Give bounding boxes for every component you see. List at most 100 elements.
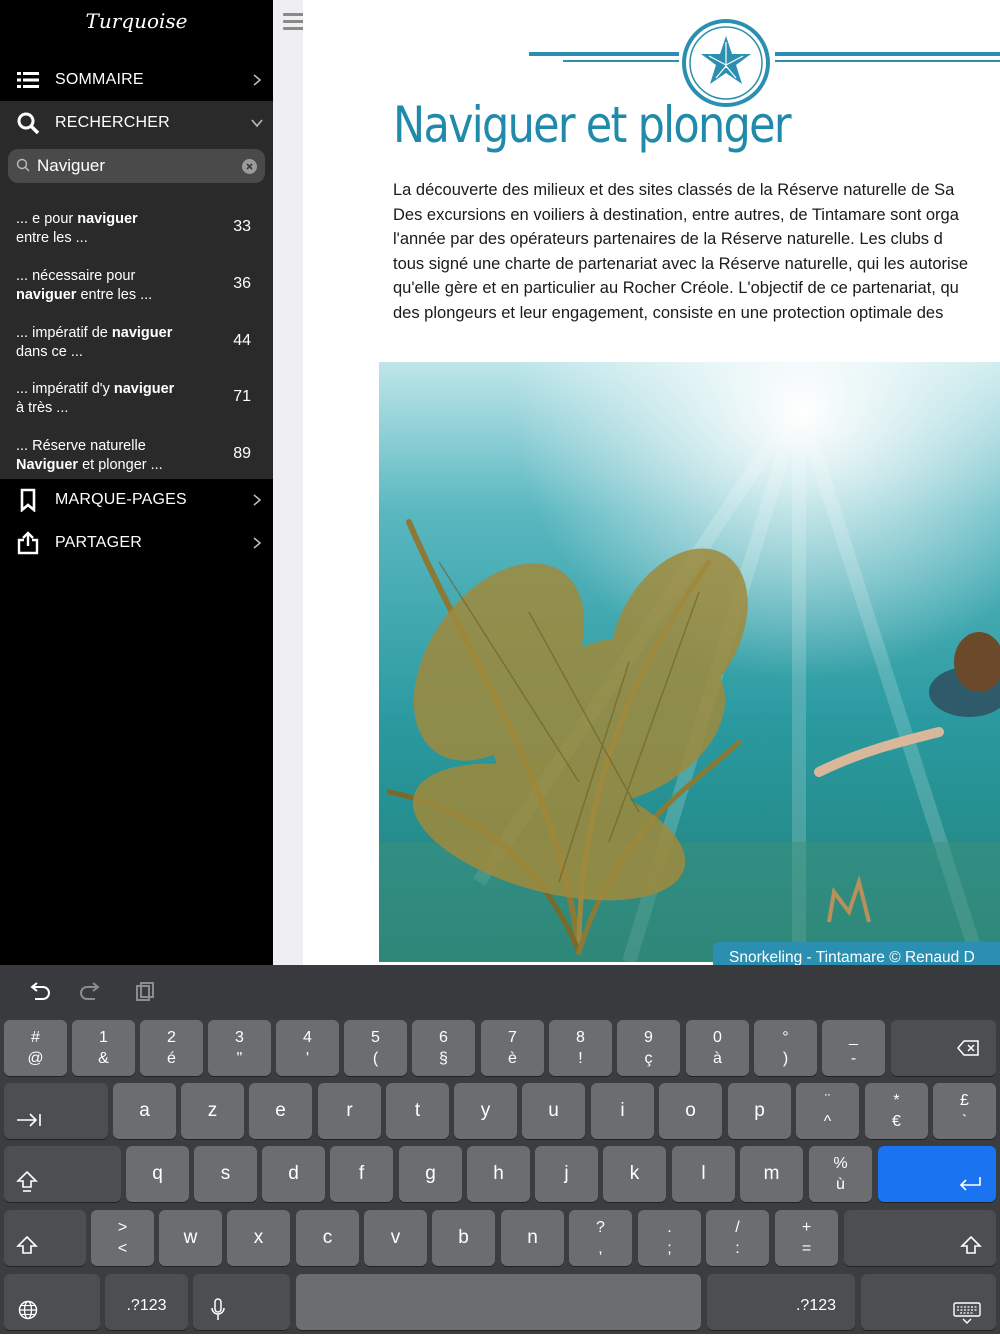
- key-g[interactable]: g: [399, 1146, 462, 1202]
- menu-label-sommaire: SOMMAIRE: [55, 70, 144, 88]
- clear-search-icon[interactable]: [242, 159, 257, 174]
- key-b[interactable]: b: [432, 1210, 495, 1266]
- key-k[interactable]: k: [603, 1146, 666, 1202]
- shift-right-key[interactable]: [844, 1210, 996, 1266]
- backspace-icon: [957, 1040, 979, 1056]
- tab-icon: [17, 1113, 41, 1127]
- key-x[interactable]: x: [227, 1210, 290, 1266]
- key[interactable]: 1 &: [72, 1020, 135, 1076]
- key-r[interactable]: r: [318, 1083, 381, 1139]
- list-icon: [17, 71, 39, 88]
- article-line: des plongeurs et leur engagement, consis…: [393, 303, 944, 322]
- menu-label-partager: PARTAGER: [55, 533, 142, 551]
- key-v[interactable]: v: [364, 1210, 427, 1266]
- key[interactable]: 5(: [344, 1020, 407, 1076]
- key[interactable]: 8!: [549, 1020, 612, 1076]
- menu-label-marque-pages: MARQUE-PAGES: [55, 490, 187, 508]
- key-c[interactable]: c: [296, 1210, 359, 1266]
- menu-item-sommaire[interactable]: SOMMAIRE: [0, 58, 273, 101]
- menu-item-marque-pages[interactable]: MARQUE-PAGES: [0, 478, 273, 521]
- menu-label-rechercher: RECHERCHER: [55, 113, 170, 131]
- search-field[interactable]: [8, 149, 265, 183]
- key-y[interactable]: y: [454, 1083, 517, 1139]
- undo-icon[interactable]: [27, 981, 51, 1003]
- key-n[interactable]: n: [501, 1210, 564, 1266]
- key-p[interactable]: p: [728, 1083, 791, 1139]
- key-w[interactable]: w: [159, 1210, 222, 1266]
- sidebar: Turquoise SOMMAIRE RECHERCHER ... e: [0, 0, 273, 965]
- numbers-key-right[interactable]: .?123: [707, 1274, 855, 1330]
- article-line: qu'elle gère et en particulier au Rocher…: [393, 279, 959, 298]
- key-s[interactable]: s: [194, 1146, 257, 1202]
- key[interactable]: 6 §: [412, 1020, 475, 1076]
- key[interactable]: /:: [706, 1210, 769, 1266]
- key[interactable]: _ -: [822, 1020, 885, 1076]
- search-result-item[interactable]: ... nécessaire pour naviguer entre les ..…: [0, 253, 273, 309]
- key-d[interactable]: d: [262, 1146, 325, 1202]
- key-i[interactable]: i: [591, 1083, 654, 1139]
- decorative-line: [563, 60, 679, 62]
- key[interactable]: % ù: [809, 1146, 872, 1202]
- key-h[interactable]: h: [467, 1146, 530, 1202]
- search-input[interactable]: [37, 154, 237, 178]
- shift-left-key[interactable]: [4, 1210, 86, 1266]
- key[interactable]: # @: [4, 1020, 67, 1076]
- key[interactable]: 2é: [140, 1020, 203, 1076]
- key[interactable]: ¨ ^: [796, 1083, 859, 1139]
- key-u[interactable]: u: [522, 1083, 585, 1139]
- photo-caption: Snorkeling - Tintamare © Renaud D: [713, 942, 1000, 965]
- key-q[interactable]: q: [126, 1146, 189, 1202]
- on-screen-keyboard: # @ 1 & 2é 3 " 4 ' 5( 6 § 7è 8! 9ç 0à °) _ - a…: [0, 965, 1000, 1334]
- key[interactable]: 7è: [481, 1020, 544, 1076]
- menu-item-partager[interactable]: PARTAGER: [0, 521, 273, 564]
- return-icon: [959, 1177, 981, 1191]
- key-z[interactable]: z: [181, 1083, 244, 1139]
- key[interactable]: 0à: [686, 1020, 749, 1076]
- share-icon: [17, 530, 39, 554]
- key-e[interactable]: e: [249, 1083, 312, 1139]
- magazine-page: Naviguer et plonger La découverte des mi…: [303, 0, 1000, 965]
- delete-key[interactable]: [891, 1020, 996, 1076]
- key-m[interactable]: m: [740, 1146, 803, 1202]
- space-bar[interactable]: [296, 1274, 701, 1330]
- hide-keyboard-key[interactable]: [861, 1274, 996, 1330]
- article-body: La découverte des milieux et des sites c…: [393, 178, 1000, 326]
- key[interactable]: £ `: [933, 1083, 996, 1139]
- key[interactable]: 9ç: [617, 1020, 680, 1076]
- key-t[interactable]: t: [386, 1083, 449, 1139]
- chevron-right-icon: [253, 493, 262, 506]
- key[interactable]: 3 ": [208, 1020, 271, 1076]
- result-page-number: 71: [233, 388, 251, 405]
- globe-key[interactable]: [4, 1274, 100, 1330]
- app-logo: Turquoise: [85, 9, 188, 33]
- microphone-icon: [211, 1298, 225, 1320]
- key-j[interactable]: j: [535, 1146, 598, 1202]
- key[interactable]: * €: [865, 1083, 928, 1139]
- key[interactable]: + =: [775, 1210, 838, 1266]
- search-result-item[interactable]: ... impératif d'y naviguer à très ... 71: [0, 366, 273, 422]
- caps-lock-key[interactable]: [4, 1146, 121, 1202]
- key[interactable]: 4 ': [276, 1020, 339, 1076]
- key-l[interactable]: l: [672, 1146, 735, 1202]
- dictation-key[interactable]: [193, 1274, 290, 1330]
- key[interactable]: °): [754, 1020, 817, 1076]
- tab-key[interactable]: [4, 1083, 108, 1139]
- chevron-right-icon: [253, 536, 262, 549]
- search-result-item[interactable]: ... e pour naviguer entre les ... 33: [0, 196, 273, 252]
- decorative-line: [775, 60, 1000, 62]
- paste-icon[interactable]: [133, 981, 157, 1003]
- numbers-key-left[interactable]: .?123: [105, 1274, 188, 1330]
- caps-lock-icon: [16, 1170, 38, 1192]
- key-f[interactable]: f: [330, 1146, 393, 1202]
- result-page-number: 33: [233, 218, 251, 235]
- return-key[interactable]: [878, 1146, 996, 1202]
- key-o[interactable]: o: [659, 1083, 722, 1139]
- key-a[interactable]: a: [113, 1083, 176, 1139]
- search-result-item[interactable]: ... Réserve naturelle Naviguer et plonger…: [0, 423, 273, 479]
- key[interactable]: .;: [638, 1210, 701, 1266]
- redo-icon[interactable]: [79, 981, 103, 1003]
- menu-item-rechercher[interactable]: RECHERCHER: [0, 101, 273, 144]
- search-result-item[interactable]: ... impératif de naviguer dans ce ... 44: [0, 310, 273, 366]
- key[interactable]: > <: [91, 1210, 154, 1266]
- key[interactable]: ?,: [569, 1210, 632, 1266]
